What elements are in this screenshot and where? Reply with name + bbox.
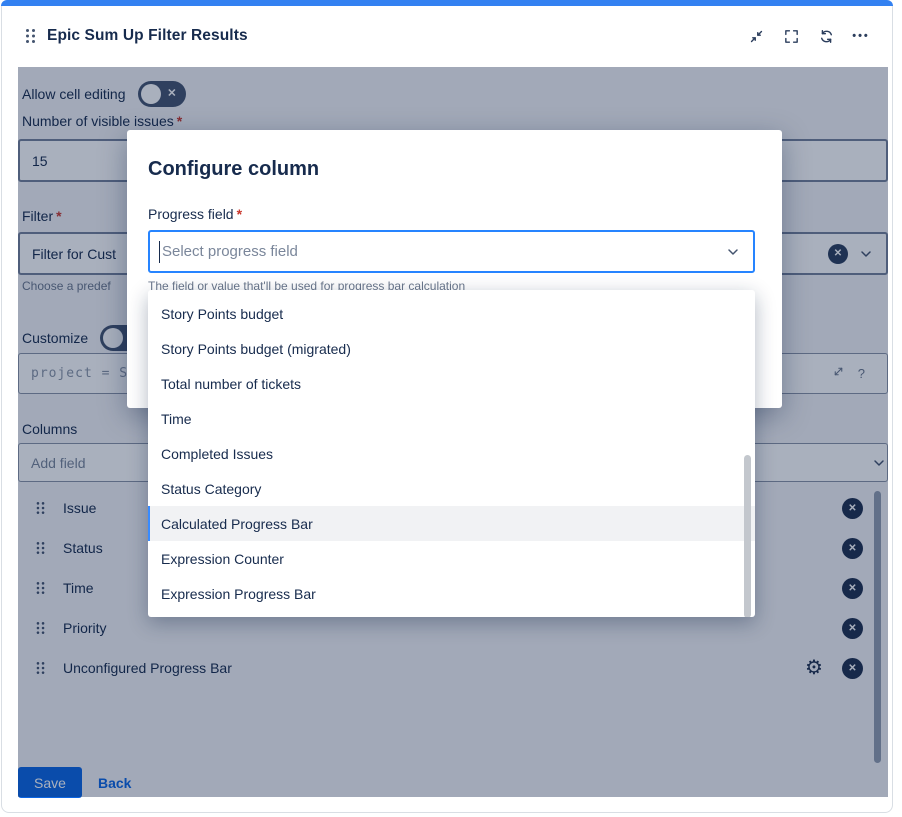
dropdown-scrollbar[interactable] <box>744 455 751 617</box>
modal-title: Configure column <box>148 158 319 181</box>
progress-field-select[interactable]: Select progress field <box>148 230 755 273</box>
progress-field-label: Progress field* <box>148 206 242 222</box>
dropdown-option[interactable]: Story Points budget <box>148 296 755 331</box>
gadget-title: Epic Sum Up Filter Results <box>47 27 248 45</box>
chevron-down-icon[interactable] <box>725 244 741 260</box>
more-icon[interactable]: ••• <box>850 25 872 47</box>
dropdown-option[interactable]: Total number of tickets <box>148 366 755 401</box>
gadget-accent-bar <box>1 0 893 6</box>
required-asterisk: * <box>237 206 242 222</box>
dropdown-option[interactable]: Status Category <box>148 471 755 506</box>
gadget-header: Epic Sum Up Filter Results ••• <box>2 7 892 65</box>
progress-field-placeholder: Select progress field <box>160 243 298 260</box>
dropdown-option[interactable]: Story Points budget (migrated) <box>148 331 755 366</box>
refresh-icon[interactable] <box>815 25 837 47</box>
dropdown-option[interactable]: Time <box>148 401 755 436</box>
dropdown-option[interactable]: Completed Issues <box>148 436 755 471</box>
progress-field-options-dropdown: Story Points budget Story Points budget … <box>148 290 755 617</box>
dropdown-option-focused[interactable]: Calculated Progress Bar <box>148 506 755 541</box>
dropdown-option[interactable]: Expression Progress Bar <box>148 576 755 611</box>
drag-handle-icon[interactable] <box>26 29 35 43</box>
collapse-icon[interactable] <box>745 25 767 47</box>
fullscreen-icon[interactable] <box>780 25 802 47</box>
dropdown-option[interactable]: Expression Counter <box>148 541 755 576</box>
gadget-header-actions: ••• <box>745 25 872 47</box>
